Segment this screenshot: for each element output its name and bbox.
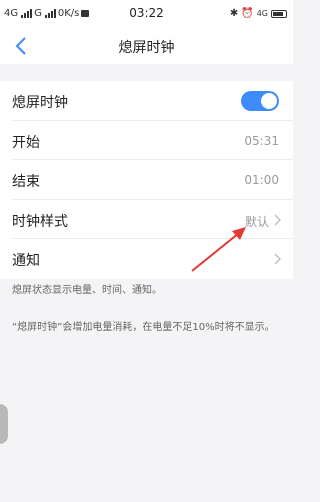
aod-toggle[interactable] <box>241 91 279 111</box>
chevron-right-icon <box>274 253 281 265</box>
setting-row-notification[interactable]: 通知 <box>0 239 293 279</box>
setting-row-clock-style[interactable]: 时钟样式 默认 <box>0 200 293 240</box>
setting-row-start[interactable]: 开始 05:31 <box>0 121 293 161</box>
setting-label-aod: 熄屏时钟 <box>12 95 68 111</box>
setting-row-aod[interactable]: 熄屏时钟 <box>0 81 293 121</box>
setting-label-clock-style: 时钟样式 <box>12 213 68 230</box>
end-time-value: 01:00 <box>244 173 279 187</box>
feature-description: 熄屏状态显示电量、时间、通知。 <box>12 285 162 296</box>
page-title: 熄屏时钟 <box>118 40 175 56</box>
bluetooth-icon: ✱ <box>229 8 239 19</box>
clock-style-value: 默认 <box>244 214 269 229</box>
start-time-value: 05:31 <box>244 133 279 148</box>
alarm-icon: ⏰ <box>241 8 254 19</box>
setting-row-end[interactable]: 结束 01:00 <box>0 160 293 200</box>
network-type-3: 4G <box>256 9 268 18</box>
setting-label-end: 结束 <box>12 174 40 190</box>
settings-list: 熄屏时钟 开始 05:31 结束 01:00 时钟样式 默认 通知 <box>0 81 293 279</box>
status-bar: 4G G 0K/s 03:22 ✱ ⏰ 4G <box>0 0 293 28</box>
setting-label-notification: 通知 <box>12 253 40 269</box>
side-handle <box>0 404 8 444</box>
toggle-knob <box>261 93 277 109</box>
chevron-right-icon <box>274 214 281 225</box>
nav-bar: 熄屏时钟 <box>0 28 293 64</box>
battery-note: “熄屏时钟”会增加电量消耗，在电量不足10%时将不显示。 <box>12 322 275 333</box>
battery-icon <box>271 9 287 18</box>
setting-label-start: 开始 <box>12 134 40 151</box>
status-right: ✱ ⏰ 4G <box>230 8 287 19</box>
